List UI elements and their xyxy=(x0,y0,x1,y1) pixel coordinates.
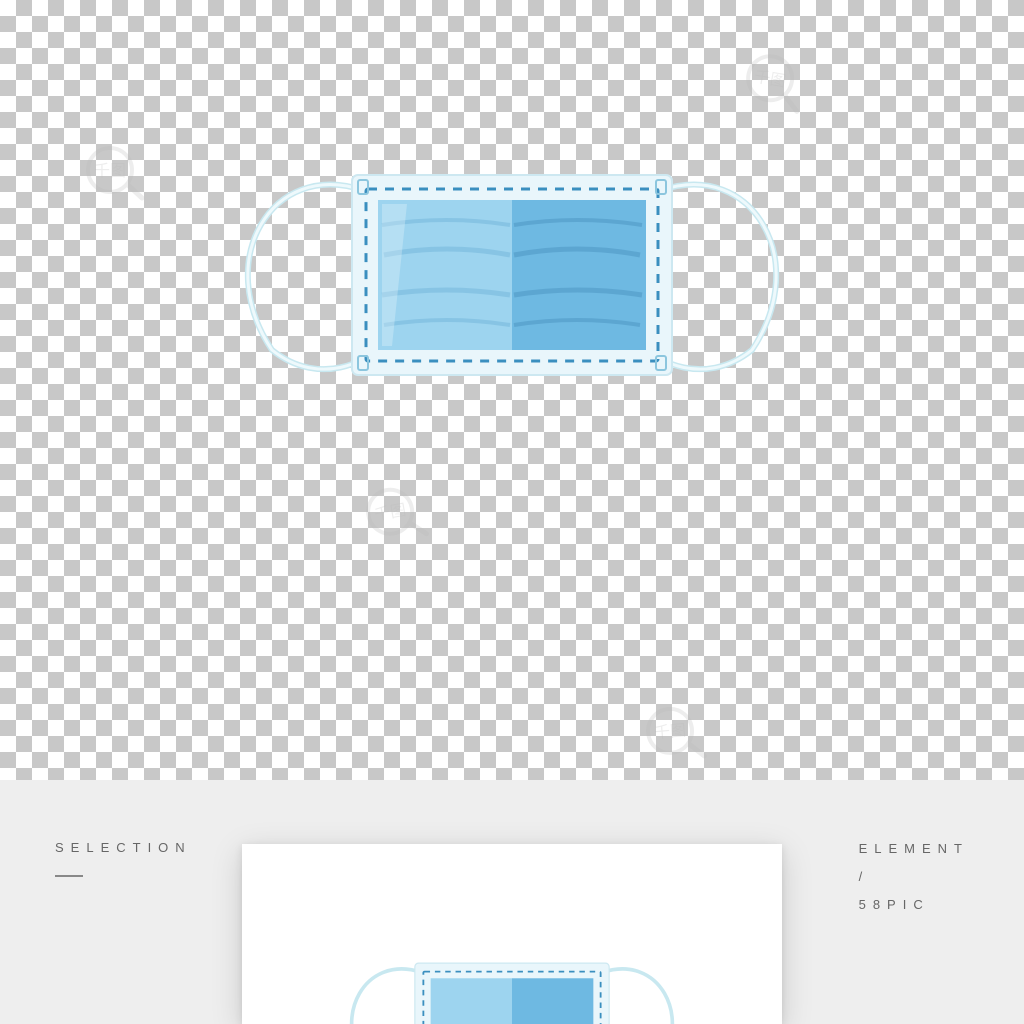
watermark-icon: 千图 xyxy=(637,687,724,774)
element-text: ELEMENT xyxy=(859,841,969,856)
svg-text:千图: 千图 xyxy=(373,501,408,524)
element-label: ELEMENT / 58PIC xyxy=(859,835,969,919)
surgical-mask-illustration xyxy=(232,160,792,400)
info-section: SELECTION ELEMENT / 58PIC xyxy=(0,780,1024,1024)
svg-text:千图: 千图 xyxy=(653,722,686,743)
watermark-icon: 千图 xyxy=(354,464,447,557)
dash-decoration xyxy=(55,875,83,877)
watermark-icon: 千图 xyxy=(80,130,160,210)
mockup-mask-thumbnail xyxy=(342,954,682,1024)
mockup-card xyxy=(242,844,782,1024)
slash-text: / xyxy=(859,869,870,884)
svg-text:千图: 千图 xyxy=(753,68,788,91)
svg-text:千图: 千图 xyxy=(94,162,126,180)
watermark-icon: 千图 xyxy=(734,34,827,127)
brand-text: 58PIC xyxy=(859,897,930,912)
transparent-preview-area: 千图 千图 千图 千图 xyxy=(0,0,1024,780)
selection-label: SELECTION xyxy=(55,840,192,855)
